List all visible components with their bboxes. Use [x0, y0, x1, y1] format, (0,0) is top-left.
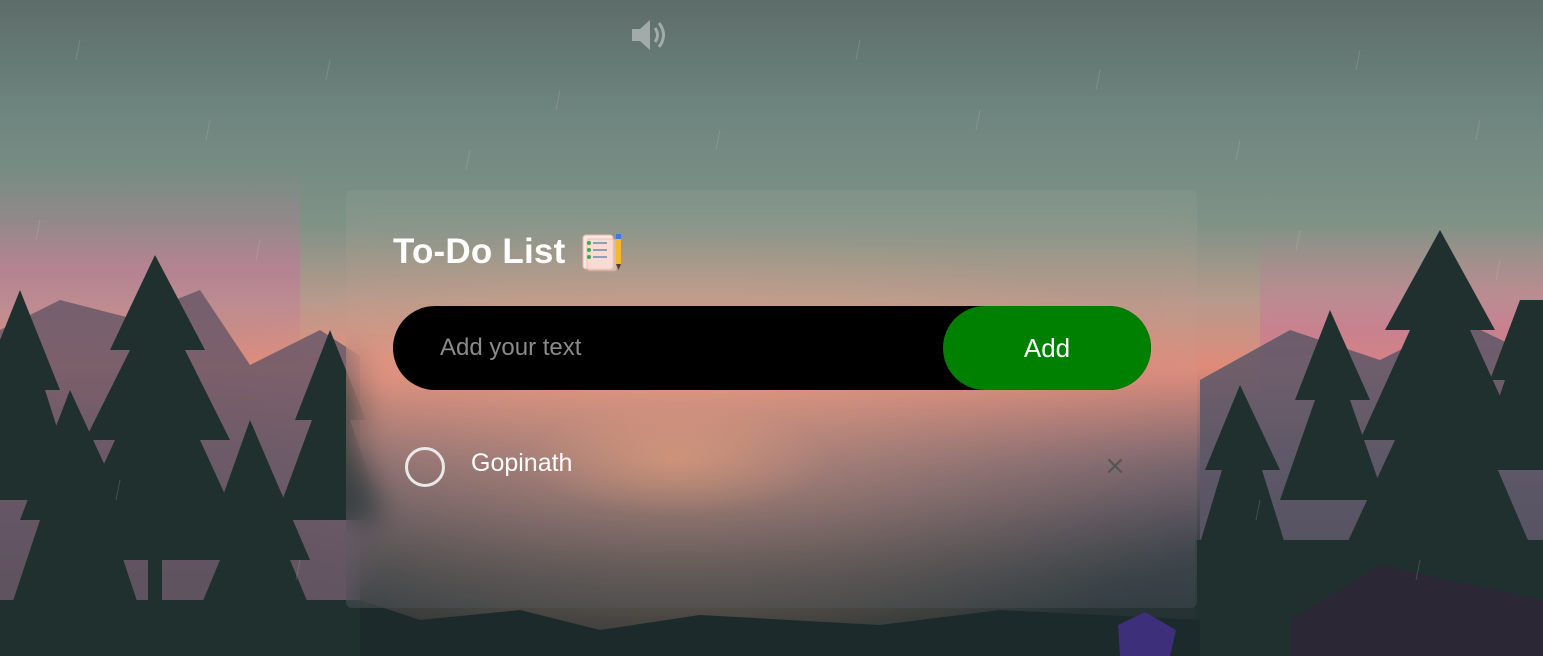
unchecked-circle-icon[interactable] — [405, 447, 445, 487]
close-icon[interactable]: × — [1101, 452, 1129, 480]
add-task-bar: Add — [393, 306, 1151, 390]
background-scene: To-Do List Add Gopinath — [0, 0, 1543, 656]
page-title: To-Do List — [393, 232, 566, 271]
header: To-Do List — [393, 230, 625, 274]
task-label: Gopinath — [471, 449, 573, 477]
todo-card: To-Do List Add Gopinath — [346, 190, 1197, 608]
task-list: Gopinath × — [393, 442, 1151, 494]
notepad-pencil-icon — [582, 234, 622, 272]
task-input[interactable] — [393, 306, 941, 390]
speaker-icon[interactable] — [628, 14, 670, 56]
list-item[interactable]: Gopinath × — [393, 442, 1151, 494]
add-button[interactable]: Add — [943, 306, 1151, 390]
